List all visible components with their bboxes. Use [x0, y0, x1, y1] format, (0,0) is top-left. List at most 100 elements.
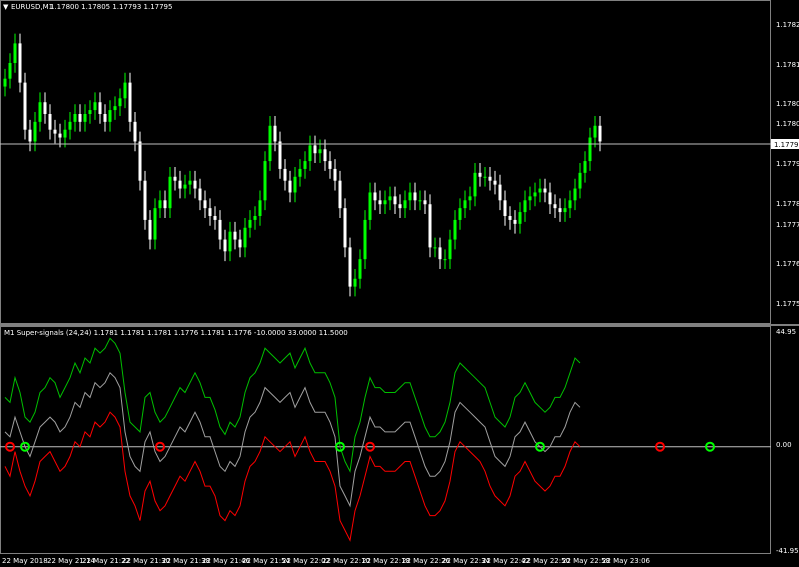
- candle-body: [548, 192, 552, 205]
- candle-body: [443, 259, 447, 261]
- candle-body: [218, 219, 222, 240]
- indicator-scale-max: 44.95: [776, 328, 796, 336]
- candle-body: [523, 200, 527, 213]
- candle-body: [188, 180, 192, 185]
- candle-body: [373, 192, 377, 201]
- candle-body: [503, 200, 507, 216]
- candle-body: [43, 102, 47, 114]
- candle-body: [598, 125, 602, 142]
- candle-body: [393, 196, 397, 205]
- indicator-scale[interactable]: 44.95 0.00 -41.95: [776, 328, 799, 555]
- candle-body: [168, 176, 172, 209]
- indicator-scale-zero: 0.00: [776, 441, 792, 449]
- candle-body: [283, 168, 287, 181]
- candle-body: [123, 82, 127, 99]
- price-label: 1.17780: [776, 200, 799, 208]
- candle-body: [353, 278, 357, 287]
- candle-body: [538, 188, 542, 193]
- price-scale[interactable]: 1.17825 1.17815 1.17805 1.17800 1.17790 …: [771, 21, 799, 308]
- candle-body: [478, 172, 482, 177]
- candle-body: [343, 208, 347, 248]
- candle-body: [398, 204, 402, 209]
- candle-body: [18, 43, 22, 83]
- time-axis[interactable]: 22 May 2018 22 May 21:14 22 May 21:22 22…: [2, 557, 651, 565]
- indicator-middle-line: [4, 371, 581, 508]
- candle-body: [8, 63, 12, 79]
- candle-body: [233, 231, 237, 240]
- chart-canvas[interactable]: ▼ EURUSD,M1 1.17800 1.17805 1.17793 1.17…: [0, 0, 799, 567]
- candle-body: [323, 149, 327, 162]
- candle-body: [13, 43, 17, 63]
- candle-body: [193, 180, 197, 189]
- candle-body: [118, 98, 122, 107]
- candle-body: [318, 149, 322, 154]
- candle-body: [338, 180, 342, 209]
- candle-body: [258, 200, 262, 216]
- candle-body: [83, 114, 87, 122]
- symbol-label: EURUSD,M1: [11, 3, 53, 11]
- candle-body: [68, 121, 72, 130]
- candle-body: [378, 200, 382, 205]
- candle-body: [158, 200, 162, 209]
- candle-body: [263, 161, 267, 201]
- candle-body: [93, 102, 97, 111]
- candle-body: [333, 168, 337, 181]
- candle-body: [423, 200, 427, 205]
- price-label: 1.17775: [776, 221, 799, 229]
- candle-body: [38, 102, 42, 122]
- candle-body: [53, 129, 57, 134]
- chart-menu-arrow[interactable]: ▼: [3, 3, 9, 11]
- price-label: 1.17765: [776, 260, 799, 268]
- candle-body: [328, 161, 332, 169]
- time-label: 22 May 2018: [2, 557, 48, 565]
- indicator-lower-line: [4, 411, 581, 542]
- candle-body: [433, 247, 437, 249]
- candle-body: [173, 176, 177, 181]
- candle-body: [508, 216, 512, 220]
- candle-body: [63, 129, 67, 138]
- indicator-lines-group: [0, 337, 771, 542]
- candle-body: [143, 180, 147, 220]
- candle-body: [468, 196, 472, 201]
- current-price-label: 1.17795: [774, 141, 799, 149]
- candle-body: [3, 78, 7, 87]
- candle-body: [238, 239, 242, 248]
- candle-body: [178, 180, 182, 189]
- candle-body: [403, 200, 407, 209]
- candle-body: [288, 180, 292, 193]
- candle-body: [73, 114, 77, 122]
- candle-body: [33, 121, 37, 142]
- indicator-pane-frame: [0, 326, 771, 554]
- candle-body: [448, 239, 452, 260]
- candle-body: [28, 129, 32, 142]
- candle-body: [513, 219, 517, 224]
- candle-body: [208, 208, 212, 216]
- candle-body: [563, 208, 567, 213]
- price-label: 1.17825: [776, 21, 799, 29]
- candle-body: [588, 137, 592, 162]
- candle-body: [488, 176, 492, 181]
- candle-body: [543, 188, 547, 193]
- candle-body: [303, 161, 307, 169]
- candle-body: [103, 114, 107, 122]
- candle-body: [108, 110, 112, 122]
- candle-body: [583, 161, 587, 173]
- candle-body: [313, 145, 317, 154]
- candle-body: [293, 176, 297, 193]
- candle-body: [418, 200, 422, 202]
- candle-body: [453, 219, 457, 240]
- candle-body: [273, 125, 277, 142]
- candle-body: [138, 141, 142, 181]
- price-label: 1.17755: [776, 300, 799, 308]
- candle-body: [253, 216, 257, 220]
- candle-body: [383, 200, 387, 205]
- candle-body: [458, 208, 462, 220]
- candle-body: [428, 204, 432, 248]
- candle-body: [533, 192, 537, 197]
- candle-body: [493, 180, 497, 185]
- ohlc-label: 1.17800 1.17805 1.17793 1.17795: [50, 3, 172, 11]
- price-label: 1.17800: [776, 120, 799, 128]
- candle-body: [368, 192, 372, 220]
- candles-group: [3, 33, 602, 297]
- candle-body: [518, 212, 522, 224]
